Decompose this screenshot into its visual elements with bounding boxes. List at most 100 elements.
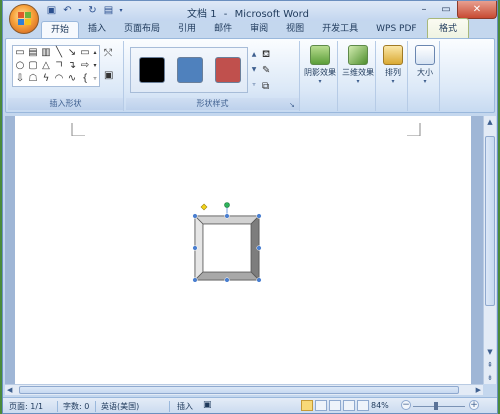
horizontal-scroll-thumb[interactable] — [19, 386, 459, 394]
vertical-scroll-thumb[interactable] — [485, 136, 495, 306]
office-button[interactable] — [9, 4, 39, 34]
tab-insert[interactable]: 插入 — [79, 21, 115, 38]
tab-format[interactable]: 格式 — [427, 18, 469, 38]
size-label: 大小 — [417, 68, 433, 77]
down-arrow-shape-icon[interactable]: ⇩ — [14, 73, 26, 84]
gallery-down-icon[interactable]: ▾ — [91, 60, 99, 71]
insert-mode[interactable]: 插入 — [177, 401, 193, 412]
shape-styles-launcher-icon[interactable]: ↘ — [289, 101, 297, 109]
minimize-icon[interactable]: – — [413, 1, 435, 19]
word-count[interactable]: 字数: 0 — [63, 401, 89, 412]
zoom-slider-knob[interactable] — [434, 402, 438, 410]
rectangle-shape-icon[interactable]: ▭ — [79, 47, 91, 58]
draft-view-icon[interactable] — [357, 400, 369, 411]
shape-styles-group: ▲ ▼ ▿ ⛾ ✎ ⧉ 形状样式 ↘ — [126, 41, 300, 111]
shadow-effects-icon — [310, 45, 330, 65]
style-gallery-scroll: ▲ ▼ ▿ — [250, 47, 258, 93]
shape-fill-icon[interactable]: ⛾ — [262, 47, 276, 63]
margin-corner-top-left — [71, 123, 85, 136]
arrow-line-shape-icon[interactable]: ↘ — [66, 47, 78, 58]
next-page-icon[interactable]: ⇟ — [484, 372, 496, 384]
oval-shape-icon[interactable]: ○ — [14, 60, 26, 71]
maximize-icon[interactable]: ▭ — [435, 1, 457, 19]
shape-text-icon[interactable]: ▣ — [104, 69, 118, 83]
textbox2-shape-icon[interactable]: ▤ — [27, 47, 39, 58]
style-swatch-black[interactable] — [139, 57, 165, 83]
gallery-up-icon[interactable]: ▴ — [91, 47, 99, 58]
shape-style-gallery — [130, 47, 248, 93]
full-screen-view-icon[interactable] — [315, 400, 327, 411]
scroll-right-icon[interactable]: ▶ — [476, 385, 481, 395]
style-gallery-more-icon[interactable]: ▿ — [250, 77, 258, 92]
ribbon: ▭ ▤ ▥ ╲ ↘ ▭ ○ ▢ △ ㄱ ↴ ⇨ ⇩ ☖ ϟ ◠ ∿ { ▴ ▾ — [5, 38, 495, 113]
document-page[interactable] — [15, 116, 471, 384]
macro-record-icon[interactable]: ▣ — [203, 400, 212, 410]
word-window: ▣ ↶ ▾ ↻ ▤ ▾ 文档 1 - Microsoft Word – ▭ ✕ … — [2, 0, 498, 414]
textbox3-shape-icon[interactable]: ▥ — [40, 47, 52, 58]
web-layout-view-icon[interactable] — [329, 400, 341, 411]
insert-shapes-group: ▭ ▤ ▥ ╲ ↘ ▭ ○ ▢ △ ㄱ ↴ ⇨ ⇩ ☖ ϟ ◠ ∿ { ▴ ▾ — [8, 41, 124, 111]
tab-review[interactable]: 审阅 — [241, 21, 277, 38]
scroll-up-icon[interactable]: ▲ — [484, 116, 496, 128]
right-arrow-shape-icon[interactable]: ⇨ — [79, 60, 91, 71]
shadow-effects-button[interactable]: 阴影效果 ▾ — [302, 45, 338, 85]
size-group: 大小 ▾ — [410, 41, 440, 111]
arrange-group: 排列 ▾ — [378, 41, 408, 111]
style-swatch-red[interactable] — [215, 57, 241, 83]
three-d-effects-button[interactable]: 三维效果 ▾ — [340, 45, 376, 85]
close-icon[interactable]: ✕ — [457, 1, 497, 19]
tab-wps-pdf[interactable]: WPS PDF — [367, 21, 425, 38]
horizontal-scrollbar[interactable]: ◀ ▶ — [5, 384, 483, 395]
zoom-level[interactable]: 84% — [371, 401, 389, 410]
triangle-shape-icon[interactable]: △ — [40, 60, 52, 71]
elbow-connector-shape-icon[interactable]: ㄱ — [53, 60, 65, 71]
rounded-rect-shape-icon[interactable]: ▢ — [27, 60, 39, 71]
textbox-shape-icon[interactable]: ▭ — [14, 47, 26, 58]
style-gallery-up-icon[interactable]: ▲ — [250, 47, 258, 62]
three-d-effects-group: 三维效果 ▾ — [340, 41, 376, 111]
shape-outline-icon[interactable]: ✎ — [262, 63, 276, 79]
tab-view[interactable]: 视图 — [277, 21, 313, 38]
language-indicator[interactable]: 英语(美国) — [101, 401, 139, 412]
tab-page-layout[interactable]: 页面布局 — [115, 21, 169, 38]
bevel-shape[interactable] — [187, 202, 263, 282]
style-swatch-blue[interactable] — [177, 57, 203, 83]
vertical-scrollbar[interactable]: ▲ ▼ ⇞ ⇟ — [483, 116, 496, 384]
edit-points-icon[interactable]: ⤲ — [104, 47, 118, 61]
tab-developer[interactable]: 开发工具 — [313, 21, 367, 38]
scroll-left-icon[interactable]: ◀ — [7, 385, 12, 395]
gallery-more-icon[interactable]: ▿ — [91, 73, 99, 84]
page-count[interactable]: 页面: 1/1 — [9, 401, 43, 412]
previous-page-icon[interactable]: ⇞ — [484, 359, 496, 371]
scroll-down-icon[interactable]: ▼ — [484, 346, 496, 358]
callout-shape-icon[interactable]: ☖ — [27, 73, 39, 84]
zoom-in-icon[interactable]: + — [469, 400, 479, 410]
shape-side-tools: ⤲ ▣ — [104, 47, 118, 83]
zoom-out-icon[interactable]: − — [401, 400, 411, 410]
shape-gallery[interactable]: ▭ ▤ ▥ ╲ ↘ ▭ ○ ▢ △ ㄱ ↴ ⇨ ⇩ ☖ ϟ ◠ ∿ { ▴ ▾ — [12, 45, 100, 87]
tab-mailings[interactable]: 邮件 — [205, 21, 241, 38]
arrange-button[interactable]: 排列 ▾ — [378, 45, 408, 85]
size-button[interactable]: 大小 ▾ — [410, 45, 440, 85]
document-name: 文档 1 — [187, 9, 217, 20]
lightning-shape-icon[interactable]: ϟ — [40, 73, 52, 84]
print-layout-view-icon[interactable] — [301, 400, 313, 411]
outline-view-icon[interactable] — [343, 400, 355, 411]
style-gallery-down-icon[interactable]: ▼ — [250, 62, 258, 77]
line-shape-icon[interactable]: ╲ — [53, 47, 65, 58]
change-shape-icon[interactable]: ⧉ — [262, 79, 276, 95]
office-logo-icon — [18, 12, 31, 25]
app-name: Microsoft Word — [234, 9, 309, 20]
arc-shape-icon[interactable]: ◠ — [53, 73, 65, 84]
size-icon — [415, 45, 435, 65]
status-bar: 页面: 1/1 字数: 0 英语(美国) 插入 ▣ 84% − + — [3, 397, 497, 413]
elbow-arrow-shape-icon[interactable]: ↴ — [66, 60, 78, 71]
curve-shape-icon[interactable]: ∿ — [66, 73, 78, 84]
tab-references[interactable]: 引用 — [169, 21, 205, 38]
title-bar: ▣ ↶ ▾ ↻ ▤ ▾ 文档 1 - Microsoft Word – ▭ ✕ — [3, 1, 497, 21]
three-d-effects-icon — [348, 45, 368, 65]
brace-shape-icon[interactable]: { — [79, 73, 91, 84]
tab-home[interactable]: 开始 — [41, 21, 80, 38]
zoom-slider[interactable] — [413, 406, 465, 407]
status-divider — [169, 401, 170, 412]
